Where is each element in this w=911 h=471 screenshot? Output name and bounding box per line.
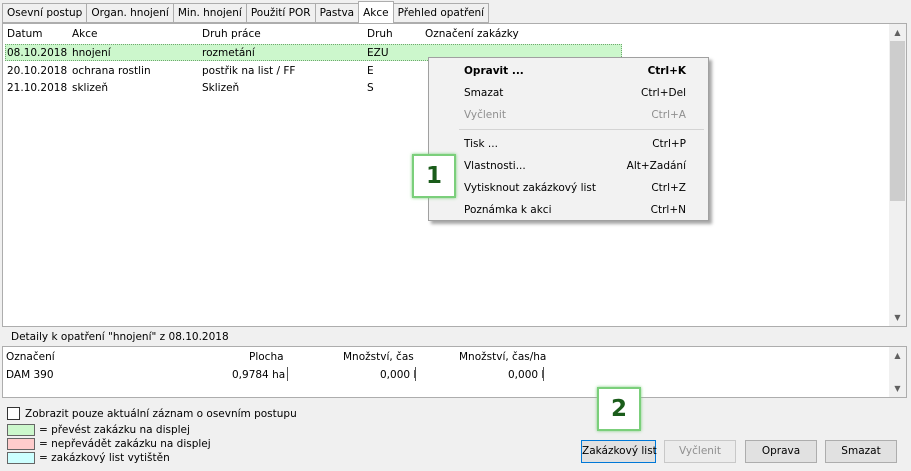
menu-item-vyclenit[interactable]: Vyčlenit Ctrl+A <box>431 104 706 126</box>
menu-item-label: Vytisknout zakázkový list <box>464 182 596 194</box>
cell-datum: 20.10.2018 <box>7 65 68 77</box>
menu-item-label: Poznámka k akci <box>464 204 552 216</box>
grid-scrollbar[interactable]: ▲ ▼ <box>889 24 906 326</box>
tab-min-hnojeni[interactable]: Min. hnojení <box>172 3 246 23</box>
scroll-thumb[interactable] <box>890 41 905 201</box>
details-scrollbar[interactable]: ▲ ▼ <box>889 347 906 397</box>
menu-item-shortcut: Ctrl+Z <box>651 182 686 194</box>
details-header-mnozstvi[interactable]: Množství, čas <box>343 351 414 363</box>
zakazkovy-list-button[interactable]: Zakázkový list <box>581 440 657 463</box>
tab-osevni-postup[interactable]: Osevní postup <box>2 3 87 23</box>
current-record-filter[interactable]: Zobrazit pouze aktuální záznam o osevním… <box>7 407 297 420</box>
legend-swatch <box>7 452 35 464</box>
menu-item-opravit[interactable]: Opravit ... Ctrl+K <box>431 60 706 82</box>
menu-item-tisk[interactable]: Tisk ... Ctrl+P <box>431 133 706 155</box>
menu-item-shortcut: Ctrl+A <box>651 109 686 121</box>
menu-item-label: Vyčlenit <box>464 109 506 121</box>
scroll-down-icon[interactable]: ▼ <box>889 309 906 326</box>
context-menu: Opravit ... Ctrl+K Smazat Ctrl+Del Vyčle… <box>428 57 709 221</box>
menu-item-smazat[interactable]: Smazat Ctrl+Del <box>431 82 706 104</box>
grid-header: Datum Akce Druh práce Druh Označení zaká… <box>3 24 888 44</box>
oprava-button[interactable]: Oprava <box>745 440 817 463</box>
cell-druh: EZU <box>367 47 389 59</box>
tab-bar: Osevní postup Organ. hnojení Min. hnojen… <box>2 1 490 23</box>
header-oznaceni-zakazky[interactable]: Označení zakázky <box>425 28 519 40</box>
details-grid: Označení Plocha Množství, čas Množství, … <box>2 346 907 398</box>
cell-datum: 21.10.2018 <box>7 82 68 94</box>
cell-akce: sklizeň <box>72 82 109 94</box>
menu-item-label: Vlastnosti... <box>464 160 526 172</box>
menu-item-vlastnosti[interactable]: Vlastnosti... Alt+Zadání <box>431 155 706 177</box>
column-separator <box>543 367 544 381</box>
tab-akce[interactable]: Akce <box>358 1 394 23</box>
menu-item-poznamka-k-akci[interactable]: Poznámka k akci Ctrl+N <box>431 199 706 221</box>
cell-datum: 08.10.2018 <box>7 47 68 59</box>
menu-item-shortcut: Ctrl+P <box>652 138 686 150</box>
vyclenit-button[interactable]: Vyčlenit <box>664 440 736 463</box>
legend-label: = nepřevádět zakázku na displej <box>39 438 211 450</box>
legend-label: = zakázkový list vytištěn <box>39 452 170 464</box>
menu-item-shortcut: Ctrl+Del <box>641 87 686 99</box>
details-cell-plocha: 0,9784 ha <box>232 369 286 381</box>
cell-druh-prace: postřik na list / FF <box>202 65 296 77</box>
details-header-oznaceni[interactable]: Označení <box>6 351 55 363</box>
menu-item-shortcut: Ctrl+N <box>650 204 686 216</box>
column-separator <box>415 367 416 381</box>
menu-item-label: Smazat <box>464 87 504 99</box>
cell-druh-prace: rozmetání <box>202 47 255 59</box>
cell-akce: hnojení <box>72 47 111 59</box>
header-druh[interactable]: Druh <box>367 28 393 40</box>
tab-prehled-opatreni[interactable]: Přehled opatření <box>393 3 490 23</box>
tab-pastva[interactable]: Pastva <box>314 3 359 23</box>
header-druh-prace[interactable]: Druh práce <box>202 28 261 40</box>
details-header-mnozstvi-ha[interactable]: Množství, čas/ha <box>459 351 546 363</box>
cell-akce: ochrana rostlin <box>72 65 151 77</box>
legend-item: = převést zakázku na displej <box>7 424 190 436</box>
tab-pouziti-por[interactable]: Použití POR <box>245 3 315 23</box>
scroll-up-icon[interactable]: ▲ <box>889 24 906 41</box>
menu-separator <box>459 129 704 130</box>
details-cell-mnozstvi: 0,000 l <box>380 369 417 381</box>
details-title: Detaily k opatření "hnojení" z 08.10.201… <box>11 331 229 343</box>
menu-item-vytisknout-zakazkovy-list[interactable]: Vytisknout zakázkový list Ctrl+Z <box>431 177 706 199</box>
tab-organ-hnojeni[interactable]: Organ. hnojení <box>86 3 173 23</box>
menu-item-shortcut: Alt+Zadání <box>626 160 686 172</box>
cell-druh: E <box>367 65 374 77</box>
legend-item: = zakázkový list vytištěn <box>7 452 170 464</box>
scroll-down-icon[interactable]: ▼ <box>889 380 906 397</box>
legend-swatch <box>7 438 35 450</box>
callout-1: 1 <box>412 154 456 198</box>
details-header-plocha[interactable]: Plocha <box>249 351 284 363</box>
column-separator <box>287 367 288 381</box>
cell-druh-prace: Sklizeň <box>202 82 240 94</box>
legend-swatch <box>7 424 35 436</box>
menu-item-shortcut: Ctrl+K <box>647 65 686 77</box>
legend-item: = nepřevádět zakázku na displej <box>7 438 211 450</box>
legend-label: = převést zakázku na displej <box>39 424 190 436</box>
current-record-checkbox[interactable] <box>7 407 20 420</box>
details-cell-mnozstvi-ha: 0,000 l <box>508 369 545 381</box>
scroll-up-icon[interactable]: ▲ <box>889 347 906 364</box>
menu-item-label: Tisk ... <box>464 138 498 150</box>
smazat-button[interactable]: Smazat <box>825 440 897 463</box>
callout-2: 2 <box>597 387 641 431</box>
menu-item-label: Opravit ... <box>464 65 524 77</box>
cell-druh: S <box>367 82 374 94</box>
header-akce[interactable]: Akce <box>72 28 98 40</box>
header-datum[interactable]: Datum <box>7 28 43 40</box>
checkbox-label: Zobrazit pouze aktuální záznam o osevním… <box>25 407 297 420</box>
details-cell-oznaceni: DAM 390 <box>6 369 54 381</box>
